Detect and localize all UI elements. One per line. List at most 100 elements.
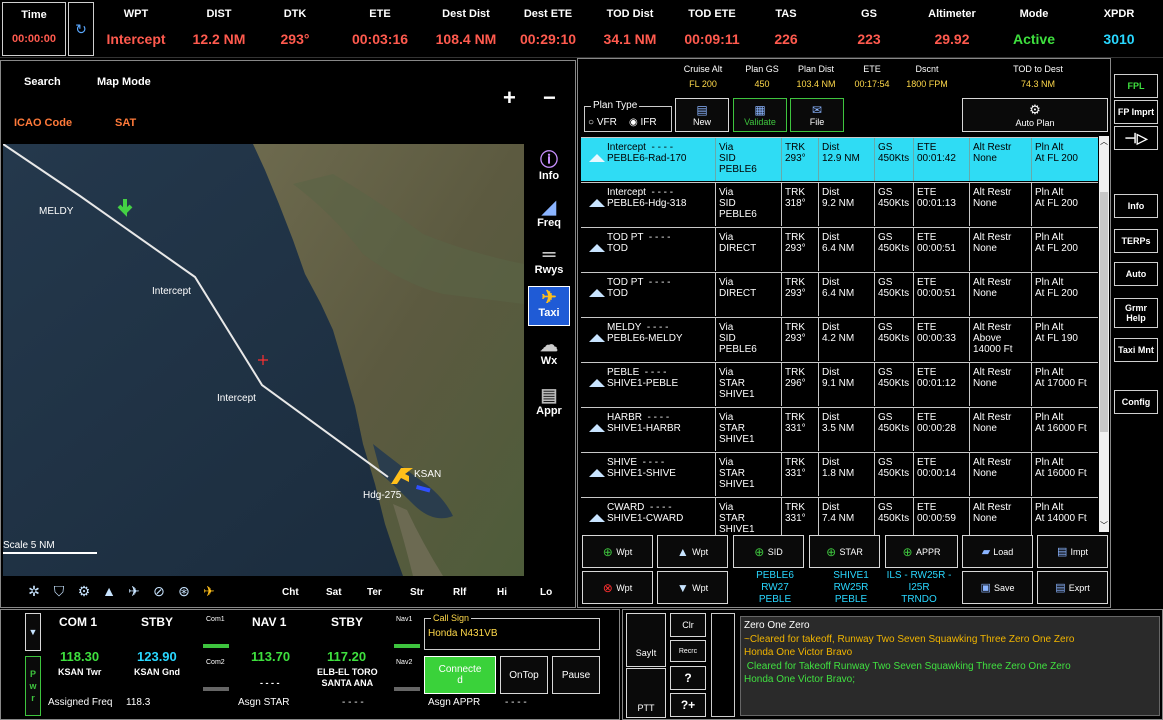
proc-line: PEBLE — [758, 594, 792, 605]
symbol-button[interactable]: ⊣▷ — [1114, 126, 1158, 150]
add-wpt-button[interactable]: ⊕ Wpt — [582, 535, 653, 568]
flight-plan-row[interactable]: PEBLE - - - - SHIVE1-PEBLE Via STAR SHIVE… — [581, 362, 1098, 406]
map-mode-label[interactable]: Map Mode — [97, 76, 151, 88]
delete-wpt-button[interactable]: ⊗ Wpt — [582, 571, 653, 604]
auto-plan-button[interactable]: ⚙ Auto Plan — [962, 98, 1108, 132]
help-plus-button[interactable]: ?+ — [670, 693, 706, 717]
timer-button[interactable]: ↻ — [68, 2, 94, 56]
radio-collapse-button[interactable]: ▼ — [25, 613, 41, 651]
move-up-icon[interactable] — [589, 379, 605, 387]
side-button-taxi-mnt[interactable]: Taxi Mnt — [1114, 338, 1158, 362]
validate-button[interactable]: ▦ Validate — [733, 98, 787, 132]
flight-plan-row[interactable]: MELDY - - - - PEBLE6-MELDY Via SID PEBLE6… — [581, 317, 1098, 361]
file-button[interactable]: ✉ File — [790, 98, 844, 132]
delete-icon: ⊗ — [602, 580, 617, 595]
com1-active-freq[interactable]: 118.30 — [60, 649, 99, 664]
new-plan-button[interactable]: ▤ New — [675, 98, 729, 132]
add-appr-button[interactable]: ⊕ APPR — [885, 535, 958, 568]
recrc-button[interactable]: Recrc — [670, 640, 706, 662]
power-button[interactable]: P w r — [25, 656, 41, 716]
vor-icon[interactable]: ⊛ — [176, 583, 192, 600]
ontop-button[interactable]: OnTop — [500, 656, 548, 694]
map-tool-freq[interactable]: ◢ Freq — [528, 197, 570, 237]
load-button[interactable]: ▰ Load — [962, 535, 1033, 568]
layer-lo[interactable]: Lo — [540, 587, 552, 598]
call-sign-value[interactable]: Honda N431VB — [428, 628, 498, 639]
aircraft-icon[interactable]: ✈ — [201, 583, 217, 600]
map-tool-appr[interactable]: ▤ Appr — [528, 385, 570, 425]
zoom-out-button[interactable]: − — [543, 87, 556, 109]
layer-ter[interactable]: Ter — [367, 587, 382, 598]
settings-icon[interactable]: ⚙ — [76, 583, 92, 600]
zoom-in-button[interactable]: + — [503, 87, 516, 109]
icao-code-label[interactable]: ICAO Code — [14, 117, 72, 129]
layer-rlf[interactable]: Rlf — [453, 587, 466, 598]
move-up-icon[interactable] — [589, 424, 605, 432]
table-scrollbar[interactable]: ︿ ﹀ — [1099, 136, 1109, 532]
log-line: Honda One Victor Bravo; — [744, 674, 855, 685]
proc-line: PEBLE — [834, 594, 868, 605]
export-button[interactable]: ▤ Exprt — [1037, 571, 1108, 604]
procedure-summary: PEBLE6 RW27 PEBLE — [738, 570, 812, 606]
scroll-up-icon[interactable]: ︿ — [1100, 136, 1108, 147]
map-tool-rwys[interactable]: ═ Rwys — [528, 244, 570, 284]
nav1-active-freq[interactable]: 113.70 — [251, 649, 290, 664]
flight-plan-row[interactable]: HARBR - - - - SHIVE1-HARBR Via STAR SHIVE… — [581, 407, 1098, 451]
flight-plan-row[interactable]: TOD PT - - - - TOD Via DIRECT TRK 293° Dist… — [581, 227, 1098, 271]
airport-icon[interactable]: ✈ — [126, 583, 142, 600]
flight-plan-row[interactable]: Intercept - - - - PEBLE6-Rad-170 Via SID … — [581, 137, 1098, 181]
move-up-icon[interactable] — [589, 289, 605, 297]
save-button[interactable]: ▣ Save — [962, 571, 1033, 604]
pause-button[interactable]: Pause — [552, 656, 600, 694]
compass-icon[interactable]: ✲ — [26, 583, 42, 600]
sat-label[interactable]: SAT — [115, 117, 136, 129]
move-up-icon[interactable] — [589, 514, 605, 522]
layer-hi[interactable]: Hi — [497, 587, 507, 598]
move-up-icon[interactable] — [589, 244, 605, 252]
add-star-button[interactable]: ⊕ STAR — [809, 535, 880, 568]
layer-str[interactable]: Str — [410, 587, 424, 598]
move-up-icon[interactable] — [589, 469, 605, 477]
flight-plan-row[interactable]: Intercept - - - - PEBLE6-Hdg-318 Via SID … — [581, 182, 1098, 226]
connected-button[interactable]: Connecte d — [424, 656, 496, 694]
side-button-auto[interactable]: Auto — [1114, 262, 1158, 286]
layer-sat[interactable]: Sat — [326, 587, 342, 598]
atc-log[interactable]: Zero One Zero ~Cleared for takeoff, Runwa… — [740, 616, 1160, 716]
com1-stby-freq[interactable]: 123.90 — [137, 649, 177, 664]
help-button[interactable]: ? — [670, 666, 706, 690]
side-button-config[interactable]: Config — [1114, 390, 1158, 414]
ifr-radio[interactable]: ◉ IFR — [629, 117, 657, 128]
add-sid-button[interactable]: ⊕ SID — [733, 535, 804, 568]
side-button-info[interactable]: Info — [1114, 194, 1158, 218]
ptt-button[interactable]: PTT — [626, 668, 666, 718]
no-fly-icon[interactable]: ⊘ — [151, 583, 167, 600]
side-button-terps[interactable]: TERPs — [1114, 229, 1158, 253]
side-button-fp-imprt[interactable]: FP Imprt — [1114, 100, 1158, 124]
map-tool-info[interactable]: ⓘ Info — [528, 150, 570, 190]
flight-plan-row[interactable]: SHIVE - - - - SHIVE1-SHIVE Via STAR SHIVE… — [581, 452, 1098, 496]
side-button-fpl[interactable]: FPL — [1114, 74, 1158, 98]
map-tool-taxi[interactable]: ✈ Taxi — [528, 286, 570, 326]
nav1-stby-freq[interactable]: 117.20 — [327, 649, 366, 664]
move-up-icon[interactable] — [589, 199, 605, 207]
layer-cht[interactable]: Cht — [282, 587, 299, 598]
search-label[interactable]: Search — [24, 76, 61, 88]
fp-summary-label: Plan GS — [745, 64, 779, 74]
import-button[interactable]: ▤ Impt — [1037, 535, 1108, 568]
satellite-map[interactable]: MELDY Intercept Intercept KSAN Hdg-275 S… — [3, 144, 524, 576]
move-up-icon[interactable] — [589, 334, 605, 342]
move-down-wpt-button[interactable]: ▼ Wpt — [657, 571, 728, 604]
side-button-grmr-help[interactable]: Grmr Help — [1114, 298, 1158, 328]
clr-button[interactable]: Clr — [670, 613, 706, 637]
scroll-thumb[interactable] — [1100, 192, 1108, 432]
flight-plan-row[interactable]: TOD PT - - - - TOD Via DIRECT TRK 293° Dist… — [581, 272, 1098, 316]
top-cell-value: 29.92 — [934, 31, 970, 47]
sayit-button[interactable]: SayIt — [626, 613, 666, 667]
vfr-radio[interactable]: ○ VFR — [588, 117, 617, 128]
scroll-down-icon[interactable]: ﹀ — [1100, 520, 1108, 531]
map-tool-wx[interactable]: ☁ Wx — [528, 335, 570, 375]
shield-icon[interactable]: ⛉ — [51, 583, 67, 600]
move-up-wpt-button[interactable]: ▲ Wpt — [657, 535, 728, 568]
mountain-icon[interactable]: ▲ — [101, 583, 117, 599]
move-up-icon[interactable] — [589, 154, 605, 162]
